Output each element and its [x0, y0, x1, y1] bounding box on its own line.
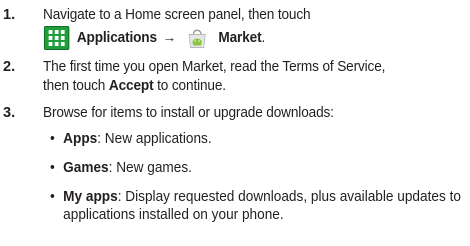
- step-3-line-1: Browse for items to install or upgrade d…: [43, 105, 334, 121]
- market-label: Market: [218, 29, 262, 46]
- market-bag-icon: [185, 26, 209, 50]
- bullet-term: Apps: [63, 131, 98, 147]
- step-number: 2.: [3, 59, 16, 75]
- step-number: 3.: [3, 105, 16, 121]
- instructions-page: 1. Navigate to a Home screen panel, then…: [0, 0, 470, 246]
- bullet-icon: •: [50, 160, 55, 176]
- bullet-icon: •: [50, 189, 55, 205]
- step-text: The first time you open Market, read the…: [43, 58, 442, 96]
- accept-label: Accept: [108, 78, 154, 94]
- step-2-post: to continue.: [153, 78, 226, 94]
- bullet-term: My apps: [63, 189, 118, 205]
- step-1-line-1: Navigate to a Home screen panel, then to…: [43, 7, 311, 23]
- step-text: Browse for items to install or upgrade d…: [43, 104, 442, 123]
- arrow-icon: →: [162, 29, 177, 46]
- list-item: • My apps: Display requested downloads, p…: [50, 188, 464, 207]
- applications-grid-icon: [43, 26, 70, 50]
- end-punctuation: .: [261, 29, 266, 46]
- bullet-term: Games: [63, 160, 109, 176]
- step-2-line-2: then touch Accept to continue.: [43, 77, 442, 96]
- bullet-desc: : New games.: [108, 160, 192, 176]
- list-item: • Games: New games.: [50, 159, 464, 178]
- step-number: 1.: [3, 7, 16, 23]
- bullet-desc: : Display requested downloads, plus avai…: [117, 189, 461, 205]
- step-text: Navigate to a Home screen panel, then to…: [43, 6, 442, 50]
- step-1-line-2: Applications → Market.: [43, 26, 442, 50]
- bullet-icon: •: [50, 131, 55, 147]
- step-2-pre: then touch: [43, 78, 109, 94]
- bullet-desc: : New applications.: [97, 131, 212, 147]
- list-item: • Apps: New applications.: [50, 130, 464, 149]
- step-2-line-1: The first time you open Market, read the…: [43, 59, 386, 75]
- applications-label: Applications: [76, 29, 157, 46]
- list-item-continuation: applications installed on your phone.: [63, 207, 284, 223]
